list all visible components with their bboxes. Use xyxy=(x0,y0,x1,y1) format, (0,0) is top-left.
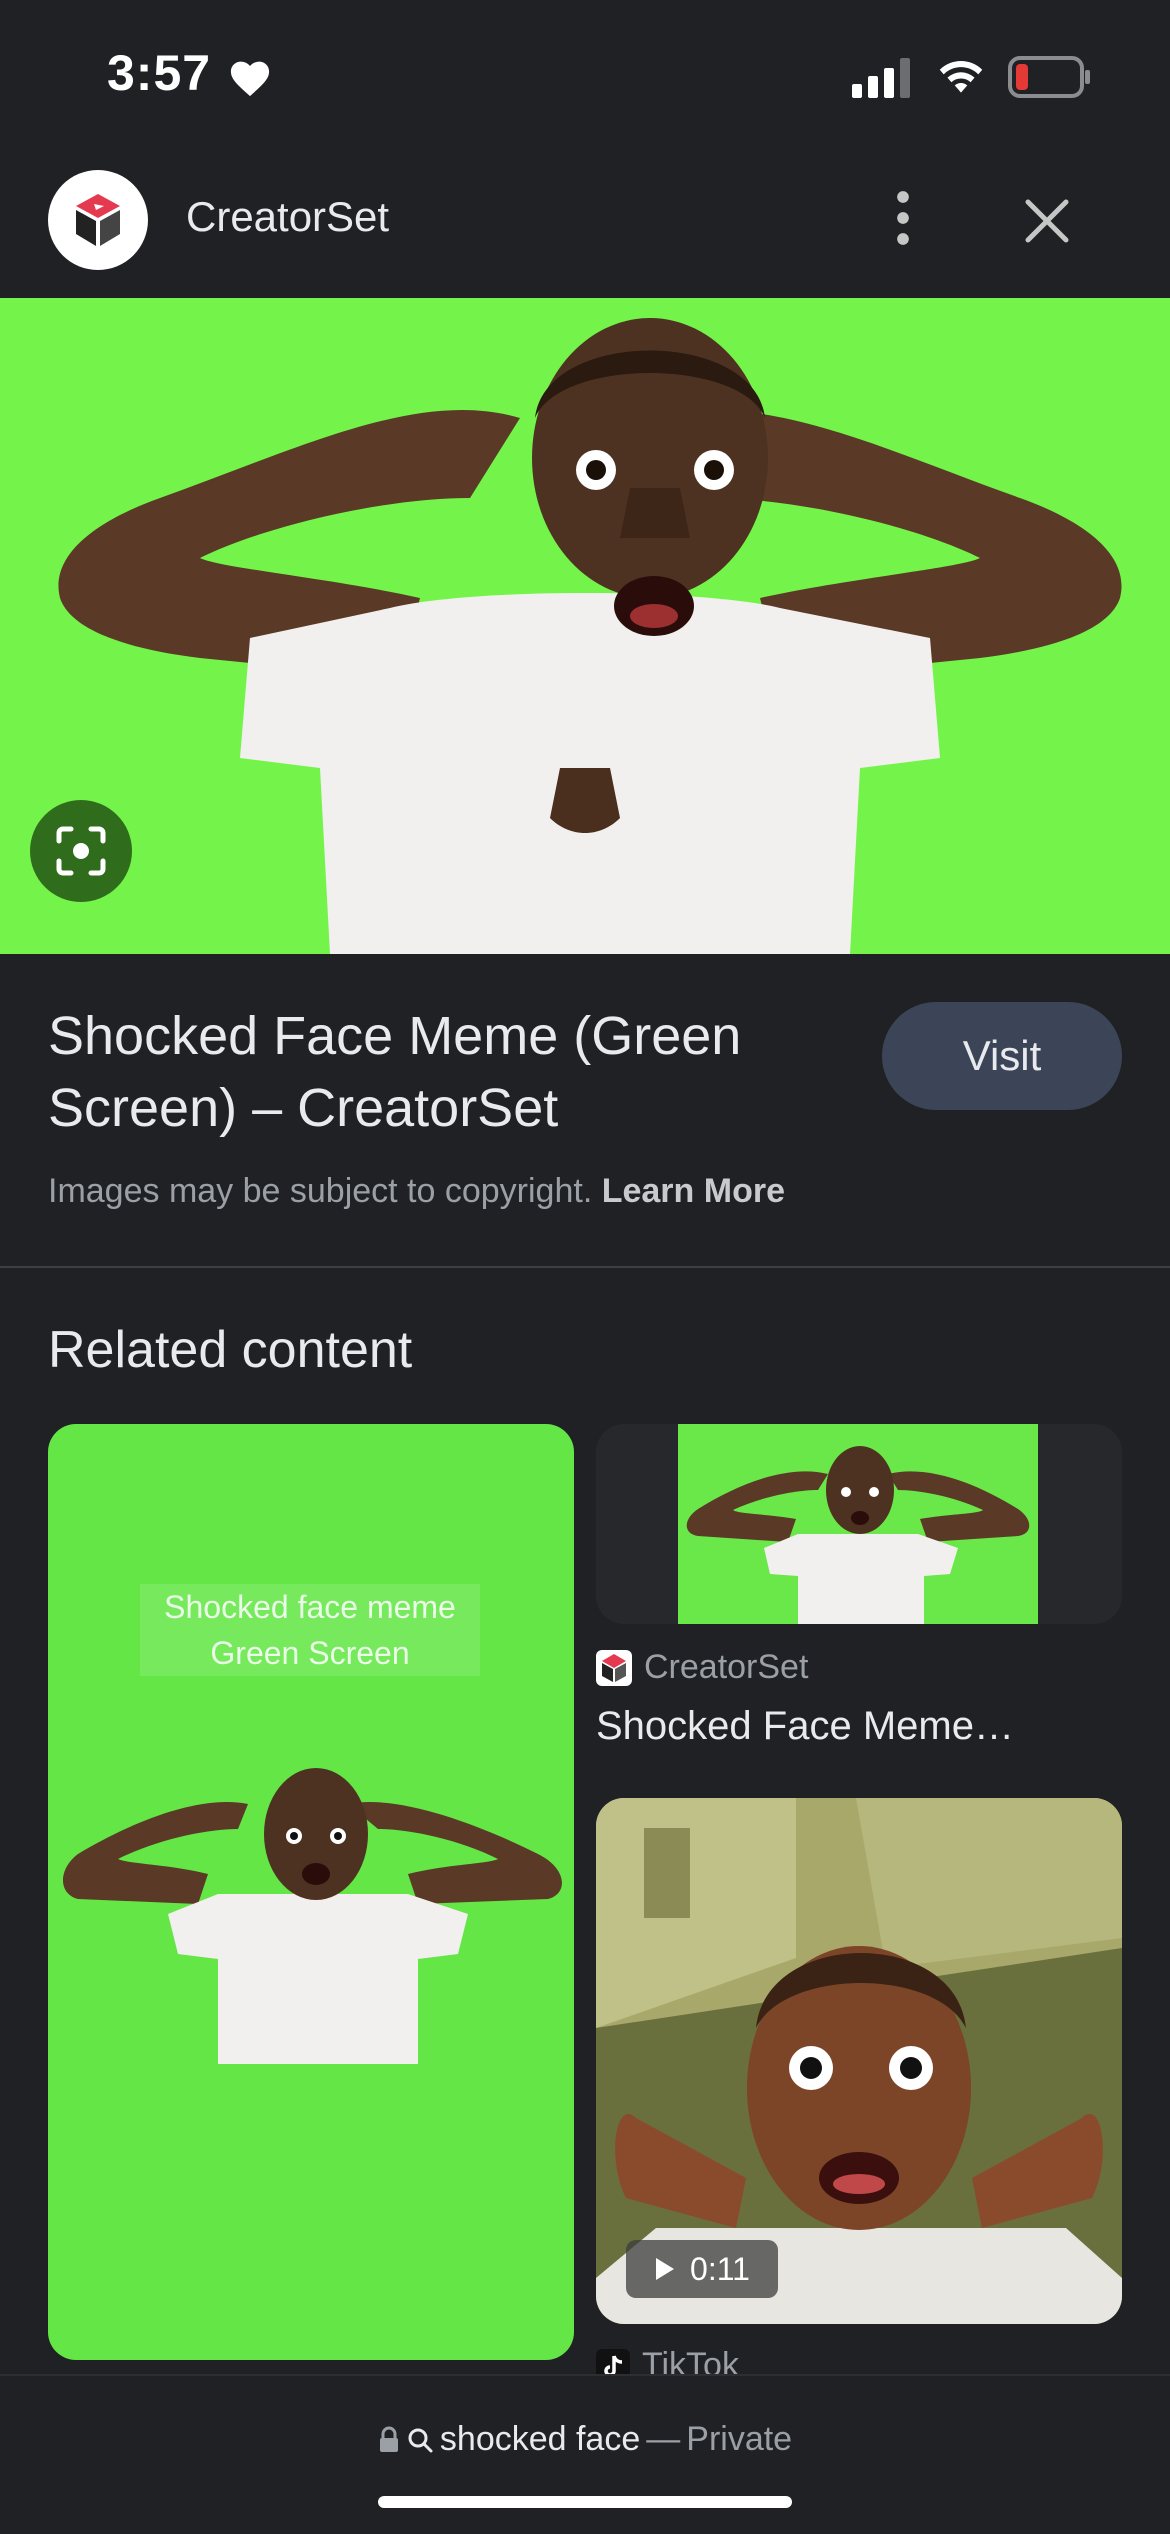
card-caption: Shocked face meme Green Screen xyxy=(140,1584,480,1676)
caption-line: Green Screen xyxy=(210,1635,410,1671)
search-query-bar[interactable]: shocked face — Private xyxy=(0,2420,1170,2459)
lens-icon xyxy=(56,826,106,876)
private-mode-label: Private xyxy=(686,2420,793,2458)
learn-more-link[interactable]: Learn More xyxy=(602,1172,785,1210)
related-item-card[interactable]: Shocked face meme Green Screen xyxy=(48,1424,574,2360)
related-item-card[interactable] xyxy=(596,1424,1122,1624)
lock-icon xyxy=(379,2426,398,2452)
search-query: shocked face xyxy=(439,2420,641,2458)
duration-text: 0:11 xyxy=(690,2250,750,2287)
creatorset-logo-icon xyxy=(76,194,120,246)
copyright-text: Images may be subject to copyright. xyxy=(48,1172,593,1210)
search-icon xyxy=(408,2428,433,2452)
divider xyxy=(0,1266,1170,1268)
site-logo[interactable] xyxy=(48,170,148,270)
source-label[interactable]: CreatorSet xyxy=(596,1648,808,1687)
google-lens-button[interactable] xyxy=(30,800,132,902)
wifi-icon xyxy=(939,61,983,93)
main-image[interactable] xyxy=(0,298,1170,954)
separator: — xyxy=(646,2420,681,2458)
status-time: 3:57 xyxy=(107,45,212,101)
card-thumbnail xyxy=(678,1424,1038,1624)
heart-icon xyxy=(230,61,270,97)
cellular-signal-icon xyxy=(852,58,910,98)
related-item-title[interactable]: Shocked Face Meme… xyxy=(596,1704,1122,1749)
home-indicator[interactable] xyxy=(378,2496,792,2508)
more-vert-icon[interactable] xyxy=(880,190,926,246)
shocked-man-thumbnail xyxy=(686,1446,1030,1624)
battery-low-icon xyxy=(1008,56,1090,98)
site-name[interactable]: CreatorSet xyxy=(186,193,389,241)
related-video-card[interactable]: 0:11 xyxy=(596,1798,1122,2324)
close-icon[interactable] xyxy=(1022,196,1072,246)
copyright-notice: Images may be subject to copyright. Lear… xyxy=(48,1172,785,1211)
caption-line: Shocked face meme xyxy=(164,1589,456,1625)
shocked-man-thumbnail xyxy=(63,1768,562,2064)
related-content-heading: Related content xyxy=(48,1321,413,1379)
result-title[interactable]: Shocked Face Meme (Green Screen) – Creat… xyxy=(48,1000,808,1144)
play-icon xyxy=(656,2258,675,2280)
visit-button[interactable]: Visit xyxy=(882,1002,1122,1110)
bottom-address-bar: shocked face — Private xyxy=(0,2374,1170,2534)
shocked-man-illustration xyxy=(0,298,1170,954)
video-duration-badge: 0:11 xyxy=(626,2240,778,2298)
creatorset-favicon-icon xyxy=(596,1649,632,1686)
source-name: CreatorSet xyxy=(644,1648,809,1686)
